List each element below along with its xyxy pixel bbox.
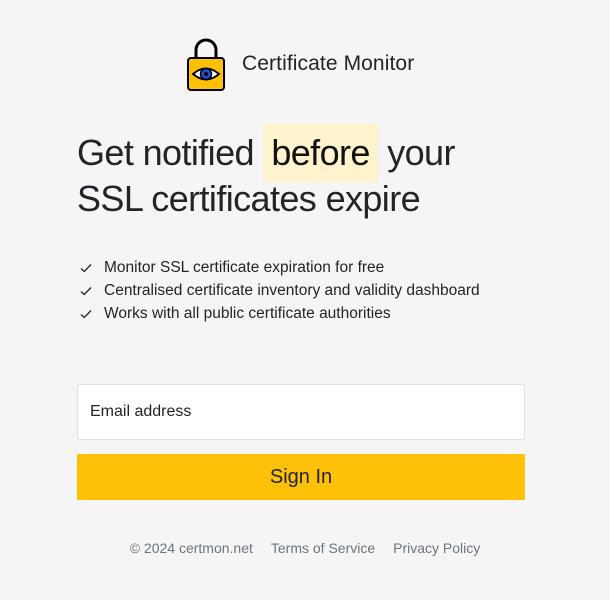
- headline-line-2: SSL certificates expire: [77, 178, 421, 219]
- privacy-link[interactable]: Privacy Policy: [393, 540, 480, 556]
- feature-item: Centralised certificate inventory and va…: [80, 279, 480, 302]
- feature-text: Centralised certificate inventory and va…: [104, 281, 480, 299]
- sign-in-button[interactable]: Sign In: [77, 454, 525, 500]
- headline-highlight: before: [263, 124, 378, 182]
- copyright-text: © 2024 certmon.net: [129, 540, 253, 556]
- checkmark-icon: [80, 286, 92, 295]
- page: Certificate Monitor Get notified before …: [0, 0, 610, 600]
- feature-text: Works with all public certificate author…: [104, 304, 391, 322]
- terms-link[interactable]: Terms of Service: [271, 540, 375, 556]
- padlock-eye-icon: [187, 38, 225, 91]
- feature-item: Monitor SSL certificate expiration for f…: [80, 256, 480, 279]
- headline: Get notified before your SSL certificate…: [77, 124, 537, 222]
- headline-line-1: Get notified before your: [77, 124, 537, 182]
- checkmark-icon: [80, 309, 92, 318]
- headline-text-start: Get notified: [77, 132, 255, 173]
- email-field[interactable]: [77, 384, 525, 440]
- feature-list: Monitor SSL certificate expiration for f…: [80, 256, 480, 325]
- feature-item: Works with all public certificate author…: [80, 302, 480, 325]
- feature-text: Monitor SSL certificate expiration for f…: [104, 258, 385, 276]
- footer: © 2024 certmon.net Terms of Service Priv…: [0, 540, 610, 556]
- brand-header: Certificate Monitor: [186, 36, 414, 92]
- app-title: Certificate Monitor: [242, 52, 415, 75]
- checkmark-icon: [80, 263, 92, 272]
- headline-text-end: your: [387, 132, 455, 173]
